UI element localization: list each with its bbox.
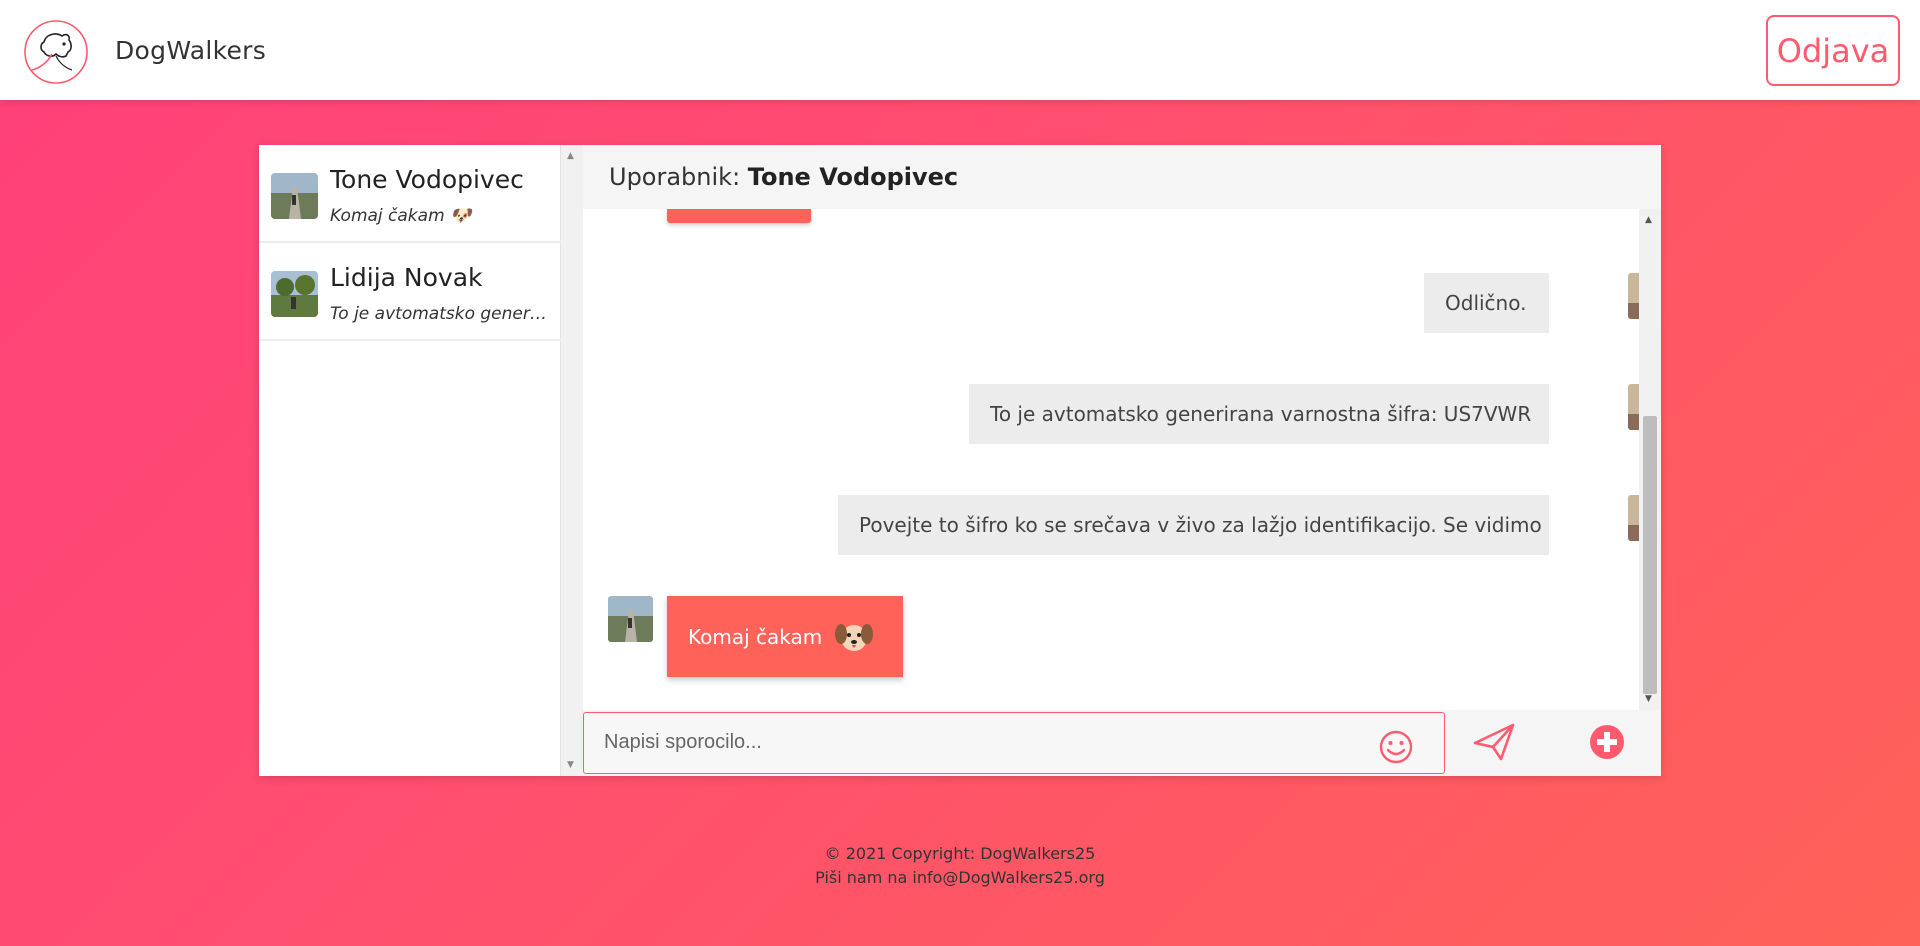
incoming-message-bubble: Komaj čakam	[667, 596, 903, 677]
message-area: Odlično. To je avtomatsko generirana var…	[583, 209, 1661, 710]
conversation-item[interactable]: Tone Vodopivec Komaj čakam 🐶	[259, 145, 561, 243]
navbar: DogWalkers Odjava	[0, 0, 1920, 100]
add-icon[interactable]	[1589, 724, 1625, 760]
message-composer	[583, 710, 1661, 776]
message-input[interactable]	[584, 713, 1364, 771]
scroll-down-icon[interactable]: ▼	[1645, 694, 1652, 704]
avatar	[271, 271, 318, 317]
scroll-up-icon[interactable]: ▲	[1645, 215, 1652, 225]
conversation-preview: Komaj čakam 🐶	[330, 206, 472, 226]
conversation-preview: To je avtomatsko generirana varnostna ši…	[330, 304, 550, 324]
conversation-name: Tone Vodopivec	[330, 165, 524, 194]
message-input-box	[583, 712, 1445, 774]
scroll-up-icon[interactable]: ▲	[567, 151, 574, 161]
chat-header: Uporabnik: Tone Vodopivec	[583, 145, 1661, 209]
footer: © 2021 Copyright: DogWalkers25 Piši nam …	[0, 842, 1920, 890]
message-text: Komaj čakam	[688, 624, 823, 649]
logout-button[interactable]: Odjava	[1766, 15, 1900, 86]
outgoing-message-bubble: Povejte to šifro ko se srečava v živo za…	[838, 495, 1549, 555]
outgoing-message-bubble: To je avtomatsko generirana varnostna ši…	[969, 384, 1549, 444]
footer-contact: Piši nam na info@DogWalkers25.org	[815, 868, 1105, 887]
chat-card: Tone Vodopivec Komaj čakam 🐶 Lidija Nova…	[259, 145, 1661, 776]
avatar	[271, 173, 318, 219]
conversation-item[interactable]: Lidija Novak To je avtomatsko generirana…	[259, 243, 561, 341]
smiley-icon[interactable]	[1378, 729, 1414, 765]
send-icon[interactable]	[1473, 723, 1515, 761]
scroll-down-icon[interactable]: ▼	[567, 760, 574, 770]
brand-name[interactable]: DogWalkers	[115, 36, 266, 65]
conversation-scrollbar[interactable]: ▲ ▼	[561, 145, 583, 776]
message-scrollbar[interactable]: ▲ ▼	[1639, 209, 1661, 710]
conversation-name: Lidija Novak	[330, 263, 483, 292]
dog-logo-icon[interactable]	[22, 18, 90, 86]
scroll-thumb[interactable]	[1643, 416, 1657, 694]
incoming-message-bubble	[667, 209, 811, 223]
dog-face-icon	[835, 623, 874, 651]
outgoing-message-bubble: Odlično.	[1424, 273, 1549, 333]
avatar	[608, 596, 653, 642]
chat-pane: Uporabnik: Tone Vodopivec Odlično. To je…	[583, 145, 1661, 776]
footer-copyright: © 2021 Copyright: DogWalkers25	[824, 844, 1096, 863]
chat-header-user: Tone Vodopivec	[747, 163, 959, 191]
conversation-list: Tone Vodopivec Komaj čakam 🐶 Lidija Nova…	[259, 145, 561, 776]
chat-header-label: Uporabnik:	[609, 163, 741, 191]
